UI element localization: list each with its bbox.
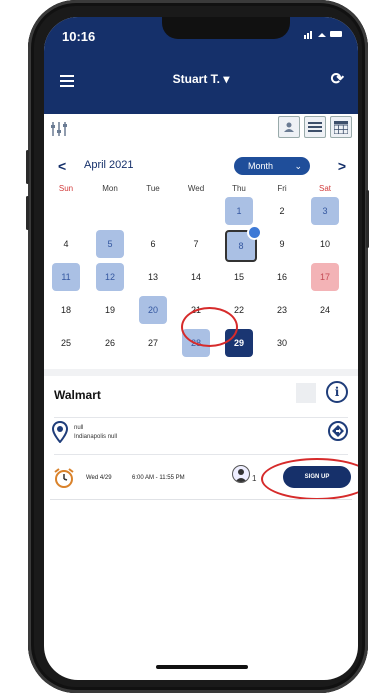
weekday-label: Thu [232,184,246,193]
next-month-button[interactable]: > [338,158,346,174]
weekday-label: Sun [58,184,74,193]
calendar-day-4[interactable]: 4 [52,230,80,258]
view-switcher [278,116,352,138]
status-icons [304,29,344,42]
calendar-day-1[interactable]: 1 [225,197,253,225]
info-icon[interactable]: i [326,381,348,403]
calendar-day-20[interactable]: 20 [139,296,167,324]
event-indicator-dot [247,225,262,240]
calendar-day-6[interactable]: 6 [139,230,167,258]
calendar-day-24[interactable]: 24 [311,296,339,324]
separator [50,499,352,500]
calendar-day-12[interactable]: 12 [96,263,124,291]
attendee-count: 1 [252,474,257,483]
calendar-day-8[interactable]: 8 [225,225,262,262]
calendar-day-18[interactable]: 18 [52,296,80,324]
calendar-day-27[interactable]: 27 [139,329,167,357]
weekday-label: Sat [318,184,331,193]
filter-sliders-icon[interactable] [50,120,68,143]
annotation-circle-sign-up [261,458,358,500]
section-divider [44,369,358,376]
location-line-2: Indianapolis null [74,434,118,440]
calendar-day-16[interactable]: 16 [268,263,296,291]
user-selector[interactable]: Stuart T. ▾ [44,72,358,86]
calendar-day-11[interactable]: 11 [52,263,80,291]
chevron-down-icon: ⌄ [294,161,302,171]
event-title: Walmart [54,388,101,402]
weekday-label: Wed [187,184,205,193]
location-line-1: null [74,425,84,431]
calendar-day-17[interactable]: 17 [311,263,339,291]
calendar-day-9[interactable]: 9 [268,230,296,258]
calendar-day-10[interactable]: 10 [311,230,339,258]
shift-date: Wed 4/29 [86,475,112,481]
calendar-day-19[interactable]: 19 [96,296,124,324]
directions-icon[interactable] [328,421,348,441]
calendar-day-25[interactable]: 25 [52,329,80,357]
home-indicator [156,665,248,669]
calendar-day-2[interactable]: 2 [268,197,296,225]
prev-month-button[interactable]: < [58,158,66,174]
attendee-icon [232,465,250,483]
calendar-day-23[interactable]: 23 [268,296,296,324]
calendar-day-13[interactable]: 13 [139,263,167,291]
caret-down-icon: ▾ [223,72,230,86]
calendar-day-15[interactable]: 15 [225,263,253,291]
calendar-day-26[interactable]: 26 [96,329,124,357]
location-pin-icon [51,420,69,448]
calendar-day-5[interactable]: 5 [96,230,124,258]
notch [162,17,290,39]
calendar-view-icon[interactable] [330,116,352,138]
calendar-day-7[interactable]: 7 [182,230,210,258]
calendar-day-14[interactable]: 14 [182,263,210,291]
alarm-clock-icon [53,467,75,494]
screen: 10:16 Stuart T. ▾ ⟳ < April 2021 Month ⌄… [44,17,358,680]
list-view-icon[interactable] [304,116,326,138]
separator [54,417,348,418]
person-view-icon[interactable] [278,116,300,138]
refresh-icon[interactable]: ⟳ [331,69,344,89]
user-name: Stuart T. [172,72,220,86]
phone-volume-up-button [26,150,29,184]
separator [54,454,348,455]
annotation-circle-selected-day [181,307,238,347]
weekday-label: Mon [102,184,118,193]
phone-power-button [366,190,369,248]
weekday-label: Fri [277,184,287,193]
calendar-header: < April 2021 Month ⌄ > [44,155,358,177]
view-mode-label: Month [248,161,274,171]
calendar-day-30[interactable]: 30 [268,329,296,357]
placeholder-box [296,383,316,403]
month-title: April 2021 [84,159,134,171]
status-time: 10:16 [62,29,96,44]
calendar-day-3[interactable]: 3 [311,197,339,225]
shift-time: 6:00 AM - 11:55 PM [132,475,185,481]
phone-volume-down-button [26,196,29,230]
weekday-label: Tue [146,184,160,193]
view-mode-dropdown[interactable]: Month ⌄ [234,157,310,175]
